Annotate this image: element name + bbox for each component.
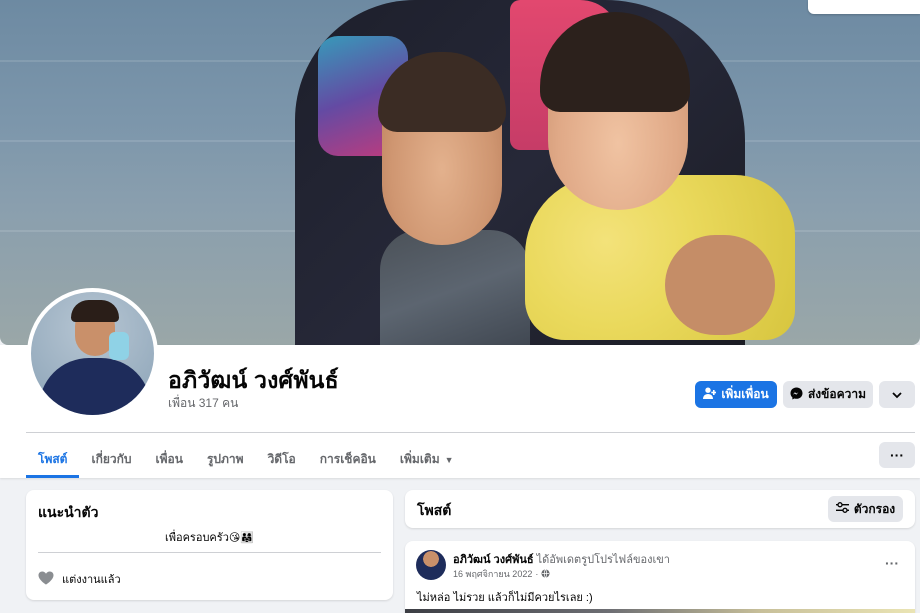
message-button[interactable]: ส่งข้อความ	[783, 381, 873, 408]
tab-more[interactable]: เพิ่มเติม ▼	[388, 441, 466, 478]
tabs-more-dots-button[interactable]: ···	[879, 442, 915, 468]
add-friend-label: เพิ่มเพื่อน	[721, 387, 769, 401]
filter-label: ตัวกรอง	[853, 501, 896, 516]
tab-photos[interactable]: รูปภาพ	[195, 441, 256, 478]
intro-title: แนะนำตัว	[38, 504, 99, 520]
message-label: ส่งข้อความ	[807, 387, 866, 401]
posts-title: โพสต์	[417, 502, 452, 518]
add-friend-button[interactable]: เพิ่มเพื่อน	[695, 381, 777, 408]
tab-about[interactable]: เกี่ยวกับ	[79, 441, 143, 478]
post-date[interactable]: 16 พฤศจิกายน 2022	[453, 567, 532, 581]
post-text: ไม่หล่อ ไม่รวย แล้วก็ไม่มีควยไรเลย :)	[417, 592, 593, 604]
post-author-name[interactable]: อภิวัฒน์ วงศ์พันธ์	[453, 554, 534, 566]
heart-icon	[38, 571, 54, 588]
friends-count[interactable]: เพื่อน 317 คน	[168, 394, 238, 413]
tab-videos[interactable]: วิดีโอ	[256, 441, 308, 478]
tab-posts[interactable]: โพสต์	[26, 441, 80, 478]
filter-icon	[835, 502, 849, 516]
post-card: อภิวัฒน์ วงศ์พันธ์ ได้อัพเดตรูปโปรไฟล์ขอ…	[405, 541, 915, 613]
post-image[interactable]	[405, 609, 915, 613]
relationship-item: แต่งงานแล้ว	[38, 570, 121, 588]
add-friend-icon	[703, 387, 717, 402]
filter-button[interactable]: ตัวกรอง	[828, 496, 903, 522]
intro-bio: เพื่อครอบครัว😘👨‍👩‍👧	[164, 532, 255, 544]
post-meta: 16 พฤศจิกายน 2022 ·	[453, 567, 550, 581]
more-options-button[interactable]	[879, 381, 915, 408]
intro-card: แนะนำตัว เพื่อครอบครัว😘👨‍👩‍👧 แต่งงานแล้ว	[26, 490, 393, 600]
cover-photo[interactable]	[0, 0, 920, 345]
messenger-icon	[790, 387, 803, 403]
more-dots-icon: ···	[890, 447, 904, 463]
intro-divider	[38, 552, 381, 553]
relationship-label: แต่งงานแล้ว	[62, 574, 121, 586]
chevron-down-icon	[892, 388, 902, 402]
profile-avatar[interactable]	[27, 288, 158, 419]
post-author-avatar[interactable]	[416, 550, 446, 580]
header-divider	[26, 432, 915, 433]
post-more-dots-icon[interactable]: ···	[885, 555, 899, 571]
posts-header-card: โพสต์ ตัวกรอง	[405, 490, 915, 528]
globe-icon	[541, 568, 550, 580]
post-action-text: ได้อัพเดตรูปโปรไฟล์ของเขา	[536, 554, 670, 566]
tab-friends[interactable]: เพื่อน	[144, 441, 195, 478]
tab-checkins[interactable]: การเช็คอิน	[308, 441, 388, 478]
top-overlay-box	[808, 0, 920, 14]
profile-tabs: โพสต์ เกี่ยวกับ เพื่อน รูปภาพ วิดีโอ การ…	[26, 441, 466, 478]
post-header: อภิวัฒน์ วงศ์พันธ์ ได้อัพเดตรูปโปรไฟล์ขอ…	[453, 550, 670, 568]
caret-down-icon: ▼	[444, 454, 454, 465]
